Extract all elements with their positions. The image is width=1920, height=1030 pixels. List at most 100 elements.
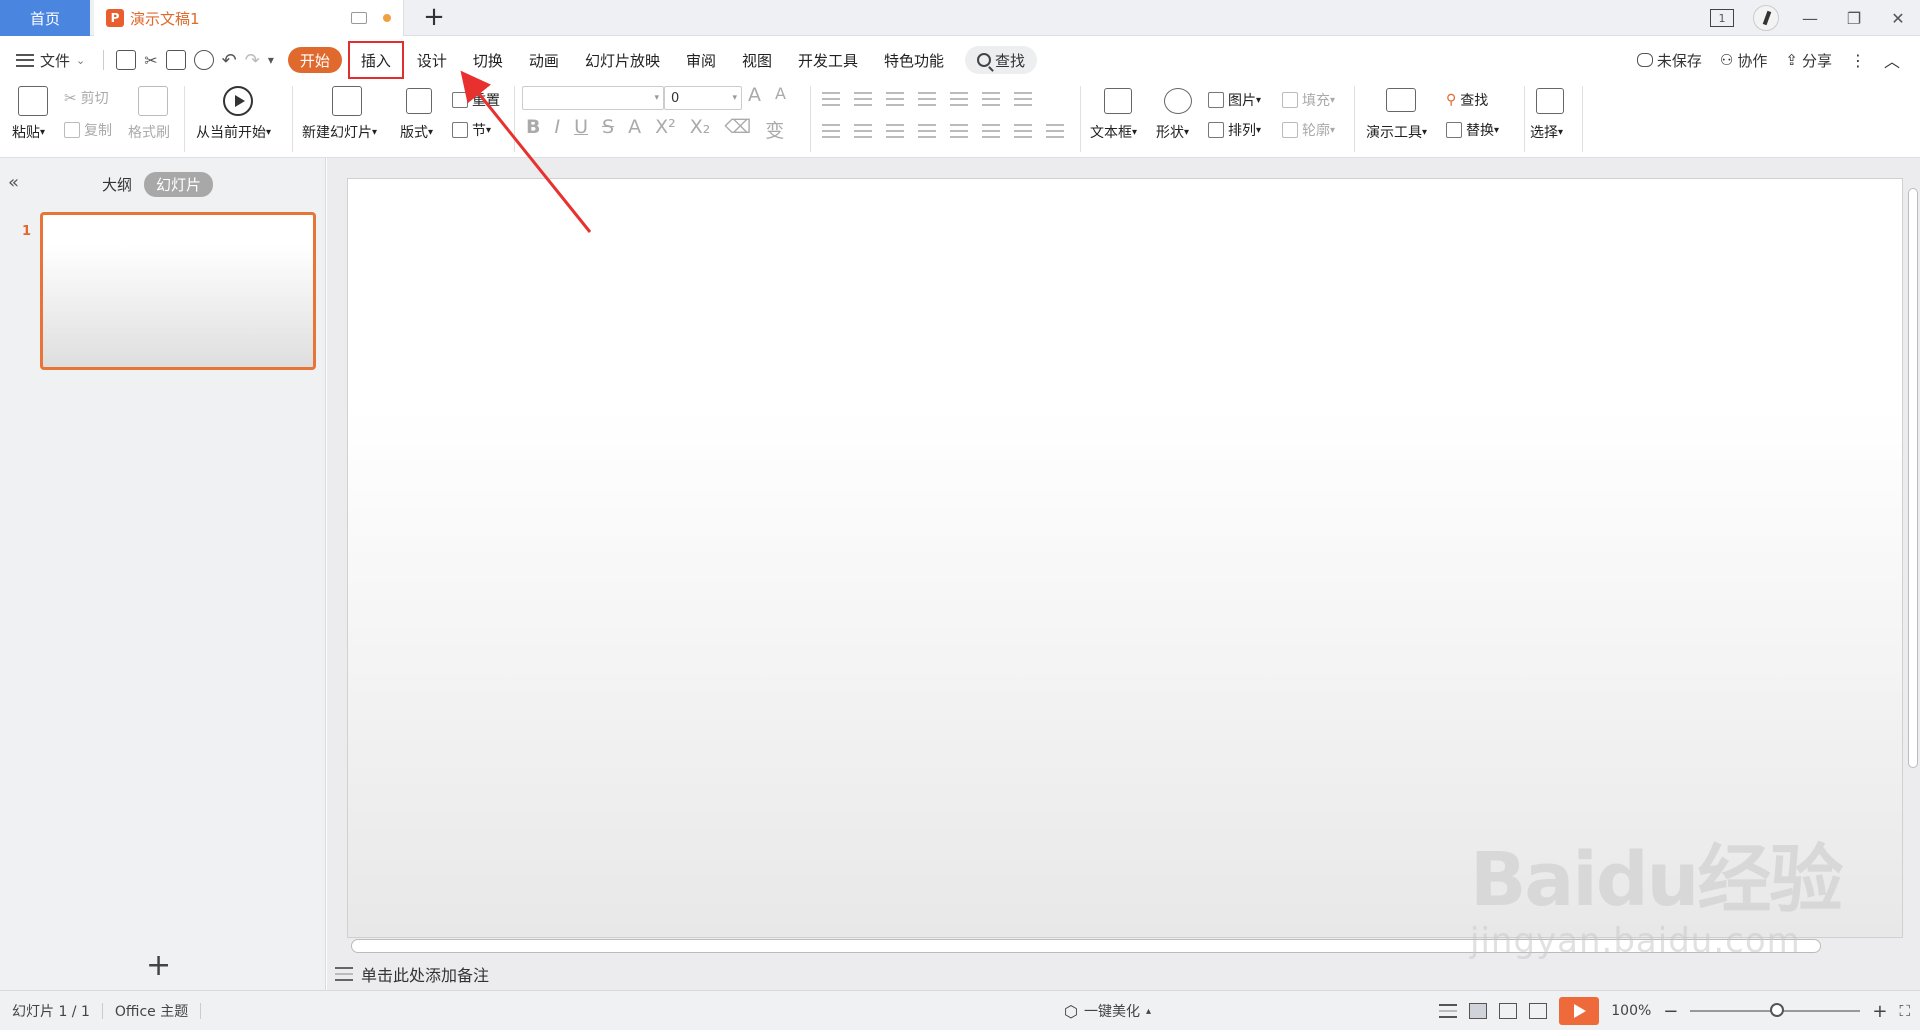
layout-button[interactable]: 版式 ▾ bbox=[400, 122, 433, 142]
align-center-icon[interactable] bbox=[854, 124, 872, 138]
copy-button[interactable]: 复制 bbox=[64, 120, 112, 140]
tab-home[interactable]: 首页 bbox=[0, 0, 90, 36]
monitor-icon[interactable] bbox=[351, 12, 367, 24]
from-current-button[interactable]: 从当前开始 ▾ bbox=[196, 122, 271, 142]
line-spacing-icon[interactable] bbox=[982, 124, 1000, 138]
print-icon[interactable] bbox=[165, 50, 186, 70]
collapse-ribbon-button[interactable]: ︿ bbox=[1884, 48, 1900, 72]
theme-name[interactable]: Office 主题 bbox=[115, 1001, 188, 1021]
save-icon[interactable] bbox=[116, 50, 137, 70]
collaborate-button[interactable]: ⚇ 协作 bbox=[1720, 50, 1767, 71]
new-slide-button[interactable]: 新建幻灯片 ▾ bbox=[302, 122, 377, 142]
zoom-slider-knob[interactable] bbox=[1770, 1003, 1785, 1017]
font-color-icon[interactable]: A bbox=[628, 116, 641, 143]
textbox-icon[interactable] bbox=[1104, 88, 1132, 114]
subscript-icon[interactable]: X₂ bbox=[690, 116, 711, 143]
unsaved-button[interactable]: 未保存 bbox=[1636, 50, 1702, 71]
picture-button[interactable]: 图片 ▾ bbox=[1208, 90, 1261, 110]
paste-button[interactable]: 粘贴 ▾ bbox=[12, 122, 45, 142]
format-painter-button[interactable]: 格式刷 bbox=[128, 122, 170, 142]
vertical-scrollbar[interactable] bbox=[1908, 188, 1918, 768]
find-button[interactable]: ⚲ 查找 bbox=[1446, 90, 1488, 110]
text-effect-icon[interactable]: 变 bbox=[765, 116, 784, 143]
new-slide-icon[interactable] bbox=[332, 86, 362, 116]
strikethrough-icon[interactable]: S bbox=[602, 116, 614, 143]
fill-button[interactable]: 填充 ▾ bbox=[1282, 90, 1335, 110]
font-size-combo[interactable]: 0 ▾ bbox=[664, 86, 742, 110]
undo-icon[interactable]: ↶ bbox=[222, 50, 237, 71]
align-text-icon[interactable] bbox=[982, 92, 1000, 106]
present-tools-button[interactable]: 演示工具 ▾ bbox=[1366, 122, 1427, 142]
increase-indent-icon[interactable] bbox=[918, 92, 936, 106]
tab-slides[interactable]: 幻灯片 bbox=[144, 172, 214, 197]
page-badge-button[interactable]: 1 bbox=[1700, 0, 1744, 36]
play-icon[interactable] bbox=[223, 86, 253, 116]
shape-icon[interactable] bbox=[1164, 88, 1192, 114]
layout-icon[interactable] bbox=[406, 88, 432, 114]
arrange-button[interactable]: 排列 ▾ bbox=[1208, 120, 1261, 140]
cut-button[interactable]: ✂ 剪切 bbox=[64, 88, 109, 108]
distributed-icon[interactable] bbox=[950, 124, 968, 138]
replace-button[interactable]: 替换 ▾ bbox=[1446, 120, 1499, 140]
font-family-combo[interactable]: ▾ bbox=[522, 86, 664, 110]
tab-animation[interactable]: 动画 bbox=[516, 40, 572, 80]
print-preview-icon[interactable] bbox=[193, 50, 214, 70]
minimize-button[interactable]: — bbox=[1788, 0, 1832, 36]
slide-sorter-icon[interactable] bbox=[1499, 1003, 1518, 1019]
superscript-icon[interactable]: X² bbox=[655, 116, 676, 143]
beautify-button[interactable]: ⬡ 一键美化 ▴ bbox=[1064, 991, 1151, 1030]
zoom-in-icon[interactable]: + bbox=[1872, 1001, 1887, 1022]
align-left-icon[interactable] bbox=[822, 124, 840, 138]
normal-view-icon[interactable] bbox=[1469, 1003, 1488, 1019]
cut-format-icon[interactable]: ✂ bbox=[144, 51, 157, 70]
tab-review[interactable]: 审阅 bbox=[673, 40, 729, 80]
tab-features[interactable]: 特色功能 bbox=[871, 40, 957, 80]
decrease-font-icon[interactable]: A bbox=[775, 84, 786, 106]
fit-window-icon[interactable]: ⛶ bbox=[1899, 1002, 1910, 1020]
avatar-button[interactable] bbox=[1744, 0, 1788, 36]
tab-design[interactable]: 设计 bbox=[404, 40, 460, 80]
customize-chevron-icon[interactable]: ▾ bbox=[268, 53, 274, 67]
search-button[interactable]: 查找 bbox=[965, 46, 1038, 74]
tab-devtools[interactable]: 开发工具 bbox=[785, 40, 871, 80]
underline-icon[interactable]: U bbox=[574, 116, 588, 143]
paste-icon[interactable] bbox=[18, 86, 48, 116]
zoom-out-icon[interactable]: − bbox=[1663, 1001, 1678, 1022]
redo-icon[interactable]: ↷ bbox=[245, 50, 260, 71]
select-button[interactable]: 选择 ▾ bbox=[1530, 122, 1563, 142]
collapse-panel-icon[interactable]: « bbox=[8, 172, 19, 193]
slideshow-play-button[interactable] bbox=[1559, 997, 1600, 1025]
present-tools-icon[interactable] bbox=[1386, 88, 1416, 112]
share-button[interactable]: ⇪ 分享 bbox=[1785, 50, 1832, 71]
notes-toggle-icon[interactable] bbox=[1439, 1004, 1458, 1018]
numbering-icon[interactable] bbox=[854, 92, 872, 106]
zoom-slider[interactable] bbox=[1690, 1003, 1861, 1017]
tab-transition[interactable]: 切换 bbox=[460, 40, 516, 80]
bullets-icon[interactable] bbox=[822, 92, 840, 106]
add-slide-button[interactable]: + bbox=[146, 948, 171, 983]
select-icon[interactable] bbox=[1536, 88, 1564, 114]
section-button[interactable]: 节 ▾ bbox=[452, 120, 491, 140]
tab-outline[interactable]: 大纲 bbox=[102, 174, 132, 195]
reading-view-icon[interactable] bbox=[1529, 1003, 1548, 1019]
tab-slideshow[interactable]: 幻灯片放映 bbox=[572, 40, 673, 80]
align-right-icon[interactable] bbox=[886, 124, 904, 138]
close-button[interactable]: ✕ bbox=[1876, 0, 1920, 36]
italic-icon[interactable]: I bbox=[554, 116, 560, 143]
columns-icon[interactable] bbox=[1014, 92, 1032, 106]
slide-thumbnail[interactable] bbox=[40, 212, 316, 370]
notes-area[interactable]: 单击此处添加备注 bbox=[335, 962, 489, 986]
new-tab-button[interactable]: + bbox=[420, 4, 448, 32]
tab-start[interactable]: 开始 bbox=[287, 47, 342, 73]
spacing-more-icon[interactable] bbox=[1046, 124, 1064, 138]
tab-view[interactable]: 视图 bbox=[729, 40, 785, 80]
bold-icon[interactable]: B bbox=[526, 116, 540, 143]
more-button[interactable]: ⋮ bbox=[1850, 51, 1866, 70]
zoom-level[interactable]: 100% bbox=[1611, 1003, 1651, 1019]
file-menu[interactable]: 文件 ⌄ bbox=[16, 50, 85, 71]
eraser-icon[interactable]: ⌫ bbox=[724, 116, 751, 143]
reset-button[interactable]: 重置 bbox=[452, 90, 500, 110]
tab-document[interactable]: P 演示文稿1 bbox=[94, 0, 404, 36]
outline-button[interactable]: 轮廓 ▾ bbox=[1282, 120, 1335, 140]
paragraph-spacing-icon[interactable] bbox=[1014, 124, 1032, 138]
